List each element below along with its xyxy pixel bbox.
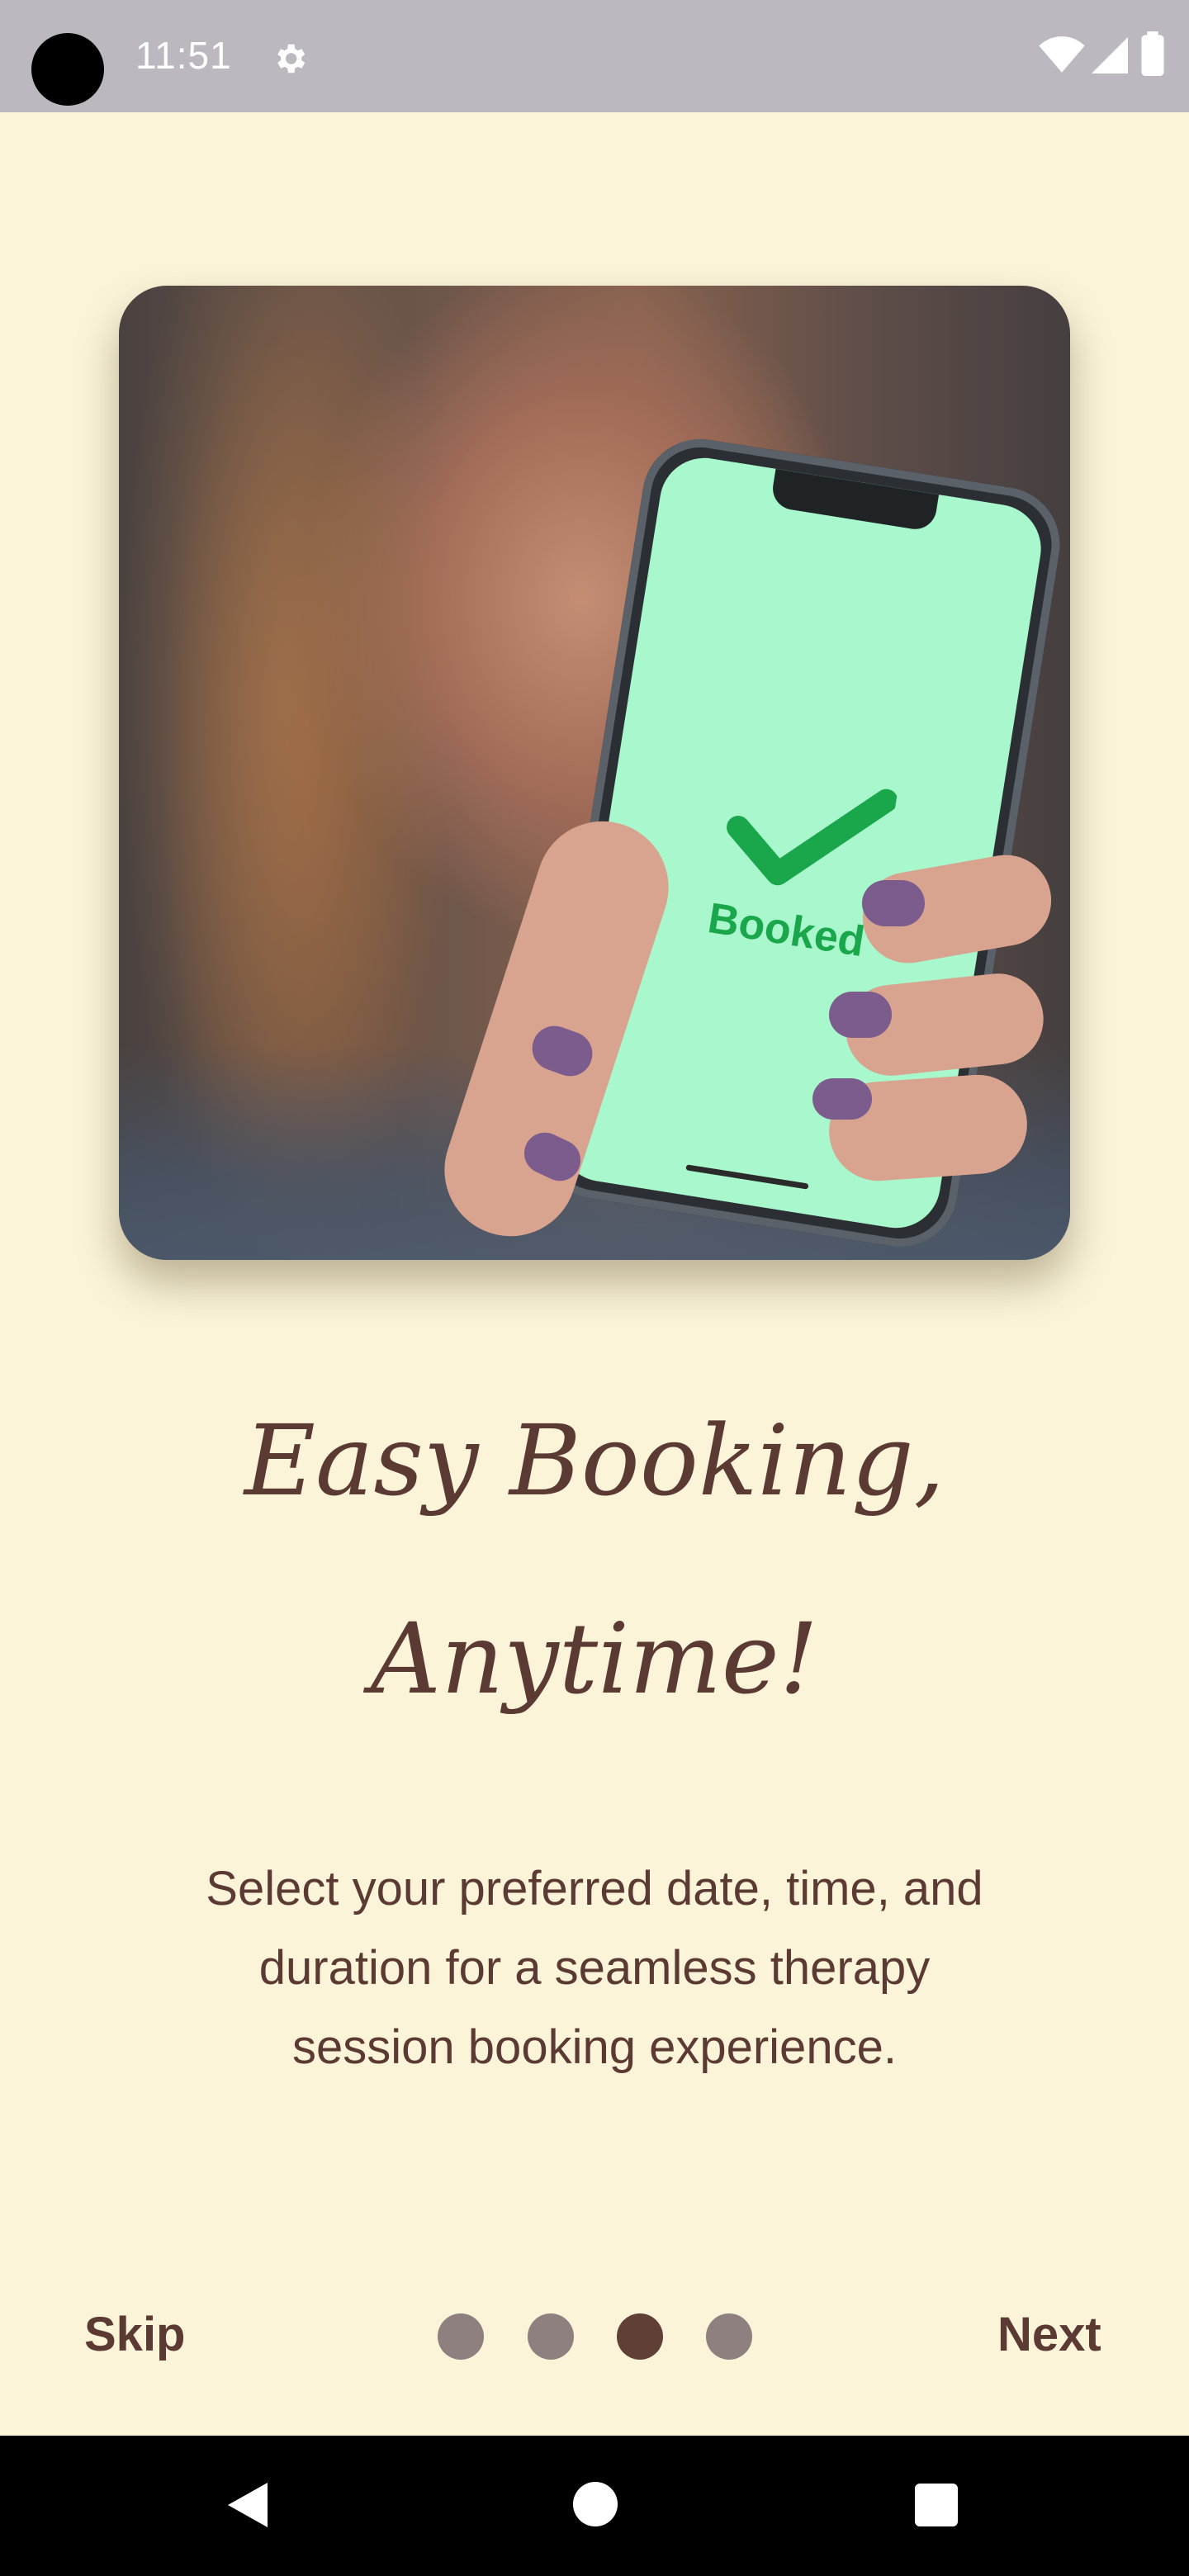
recents-icon[interactable]: [915, 2484, 958, 2526]
back-icon[interactable]: [223, 2480, 272, 2530]
page-indicator-dot-2[interactable]: [528, 2313, 574, 2360]
nail: [862, 880, 925, 926]
page-indicator-dot-1[interactable]: [438, 2313, 484, 2360]
phone-home-bar: [685, 1164, 809, 1190]
onboarding-description: Select your preferred date, time, and du…: [132, 1849, 1057, 2087]
status-time: 11:51: [135, 34, 232, 77]
settings-gear-icon: [277, 44, 306, 73]
camera-cutout: [31, 33, 104, 106]
home-icon[interactable]: [573, 2482, 618, 2526]
nail: [829, 992, 892, 1038]
signal-icon: [1092, 37, 1128, 73]
phone-notch: [770, 468, 940, 533]
system-nav-bar: [0, 2436, 1189, 2576]
nail: [812, 1078, 872, 1120]
next-button[interactable]: Next: [997, 2307, 1101, 2362]
page-indicator-dot-3-active[interactable]: [617, 2313, 663, 2360]
description-line: session booking experience.: [292, 2020, 897, 2074]
checkmark-icon: [727, 788, 898, 886]
hero-image: Booked: [119, 286, 1070, 1260]
onboarding-title-line2: Anytime!: [370, 1602, 819, 1716]
page-indicator-dot-4[interactable]: [706, 2313, 752, 2360]
battery-icon: [1141, 31, 1164, 76]
wifi-icon: [1039, 36, 1085, 73]
skip-button[interactable]: Skip: [84, 2307, 186, 2362]
onboarding-title-line1: Easy Booking,: [244, 1404, 945, 1518]
description-line: Select your preferred date, time, and: [206, 1862, 983, 1915]
description-line: duration for a seamless therapy: [258, 1941, 931, 1995]
status-bar: 11:51: [0, 0, 1189, 112]
